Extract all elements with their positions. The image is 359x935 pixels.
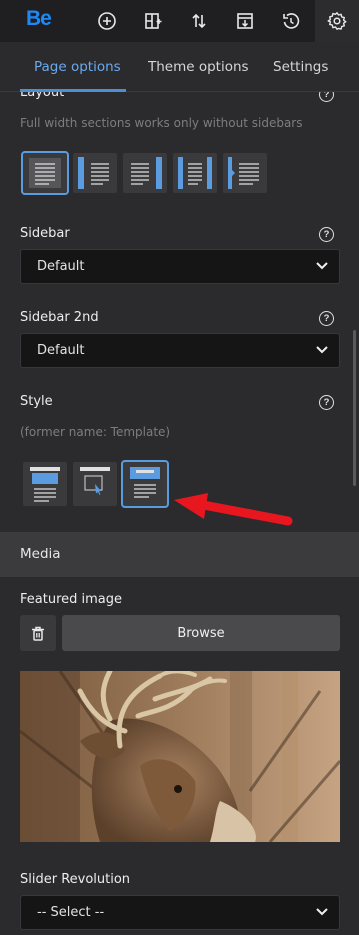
layout-option-full-width[interactable] [21, 151, 69, 195]
layout-option-left-sidebar[interactable] [73, 153, 117, 193]
style-option-intro[interactable] [73, 462, 117, 506]
media-section-title: Media [20, 546, 61, 562]
sidebar-help-icon[interactable]: ? [319, 227, 334, 242]
layout-option-right-sidebar[interactable] [123, 153, 167, 193]
content-scrollbar[interactable] [353, 330, 356, 486]
chevron-down-icon [316, 262, 328, 270]
style-label: Style [20, 394, 53, 409]
style-option-default[interactable] [23, 462, 67, 506]
sidebar-label: Sidebar [20, 226, 70, 241]
slider-revolution-label: Slider Revolution [20, 872, 131, 887]
revisions-button[interactable] [269, 0, 313, 42]
page-options-content[interactable]: Layout ? Full width sections works only … [0, 92, 359, 935]
settings-button[interactable] [315, 0, 359, 42]
add-button[interactable] [85, 0, 129, 42]
chevron-down-icon [316, 346, 328, 354]
top-toolbar: Be [0, 0, 359, 42]
style-option-intro-header[interactable] [121, 460, 169, 508]
options-tabs: Page options Theme options Settings [0, 42, 359, 92]
add-icon [98, 12, 116, 30]
chevron-down-icon [316, 908, 328, 916]
sidebar-2nd-select-value: Default [37, 343, 85, 358]
sidebar-2nd-help-icon[interactable]: ? [319, 311, 334, 326]
annotation-arrow [174, 493, 293, 526]
sidebar-select-value: Default [37, 259, 85, 274]
revisions-icon [283, 13, 300, 29]
layout-plus-icon [145, 13, 162, 29]
layout-option-offcanvas-sidebar[interactable] [223, 153, 267, 193]
tab-settings[interactable]: Settings [273, 59, 328, 75]
sort-button[interactable] [177, 0, 221, 42]
remove-image-button[interactable] [20, 615, 56, 651]
be-logo: Be [26, 7, 52, 30]
page-options-panel: Be Page options Theme options Settings L… [0, 0, 359, 935]
browse-button[interactable]: Browse [62, 615, 340, 651]
slider-revolution-select[interactable]: -- Select -- [20, 895, 340, 930]
sidebar-2nd-select[interactable]: Default [20, 333, 340, 368]
layout-hint: Full width sections works only without s… [20, 116, 303, 130]
sidebar-select[interactable]: Default [20, 249, 340, 284]
layout-label: Layout [20, 92, 65, 100]
layout-option-both-sidebars[interactable] [173, 153, 217, 193]
settings-gear-icon [327, 12, 347, 30]
tab-page-options[interactable]: Page options [34, 59, 121, 75]
layout-help-icon[interactable]: ? [319, 92, 334, 102]
export-icon [237, 13, 253, 29]
featured-image-label: Featured image [20, 592, 123, 607]
style-help-icon[interactable]: ? [319, 395, 334, 410]
tab-theme-options[interactable]: Theme options [148, 59, 249, 75]
slider-revolution-select-value: -- Select -- [37, 905, 105, 920]
sort-icon [192, 13, 206, 29]
featured-image-preview [20, 671, 340, 842]
export-button[interactable] [223, 0, 267, 42]
deer-photo [20, 671, 340, 842]
media-section-header: Media [0, 532, 359, 577]
trash-icon [32, 626, 44, 641]
sidebar-2nd-label: Sidebar 2nd [20, 310, 99, 325]
add-section-button[interactable] [131, 0, 175, 42]
style-hint: (former name: Template) [20, 425, 171, 439]
